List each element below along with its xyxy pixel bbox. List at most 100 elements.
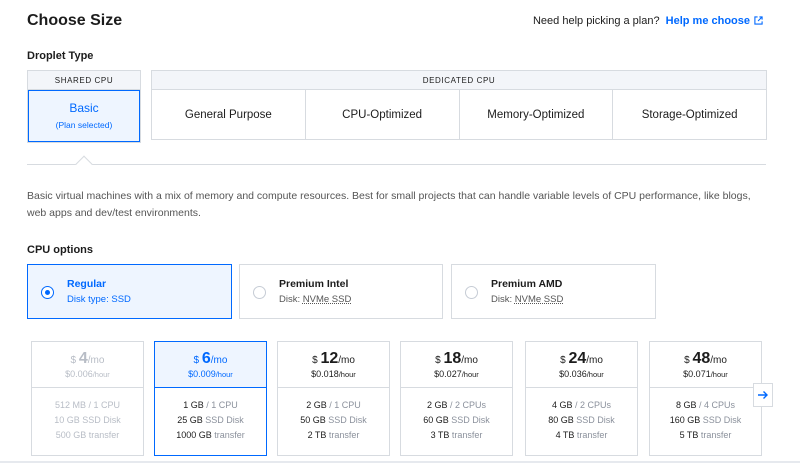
- plan-description: Basic virtual machines with a mix of mem…: [27, 190, 751, 219]
- cpu-option-disk: Disk: NVMe SSD: [491, 294, 563, 305]
- spec-disk-unit: SSD Disk: [576, 415, 615, 425]
- plan-cpu-optimized[interactable]: CPU-Optimized: [306, 90, 460, 139]
- spec-disk-unit: SSD Disk: [451, 415, 490, 425]
- hourly-price: $0.006: [65, 369, 93, 379]
- hourly-price: $0.018: [311, 369, 339, 379]
- hourly-unit: /hour: [92, 370, 110, 379]
- cpu-option-premium-intel[interactable]: Premium Intel Disk: NVMe SSD: [239, 264, 443, 319]
- spec-transfer: 4 TB transfer: [526, 428, 637, 443]
- spec-disk-size: 10 GB: [54, 415, 80, 425]
- cpu-option-premium-amd[interactable]: Premium AMD Disk: NVMe SSD: [451, 264, 656, 319]
- help-me-choose-link[interactable]: Help me choose: [666, 15, 763, 27]
- spec-memory-cpu: 1 GB / 1 CPU: [183, 400, 238, 410]
- price-amount: 48: [692, 350, 711, 367]
- price-currency: $: [435, 355, 441, 366]
- price-amount: 18: [443, 350, 462, 367]
- plan-hourly: $0.071/hour: [650, 369, 761, 379]
- spec-transfer: 5 TB transfer: [650, 428, 761, 443]
- plan-hourly: $0.036/hour: [526, 369, 637, 379]
- shared-cpu-group: SHARED CPU Basic (Plan selected): [27, 70, 141, 143]
- cpu-option-regular[interactable]: Regular Disk type: SSD: [27, 264, 232, 319]
- spec-disk: 10 GB SSD Disk: [32, 413, 143, 428]
- price-period: /mo: [87, 355, 105, 366]
- plan-specs: 2 GB / 1 CPU 50 GB SSD Disk 2 TB transfer: [278, 388, 389, 443]
- price-amount: 4: [78, 350, 88, 367]
- price-period: /mo: [710, 355, 727, 366]
- divider: [27, 164, 766, 165]
- spec-transfer-size: 3 TB: [430, 430, 450, 440]
- spec-cpu: 2 CPUs: [580, 400, 612, 410]
- plan-price: $ 4/mo: [32, 350, 143, 368]
- spec-memory-cpu: 2 GB / 2 CPUs: [426, 400, 487, 410]
- disk-value: NVMe SSD: [302, 294, 352, 305]
- spec-disk: 25 GB SSD Disk: [155, 413, 266, 428]
- price-amount: 6: [201, 350, 211, 367]
- hourly-price: $0.027: [434, 369, 462, 379]
- price-period: /mo: [338, 355, 355, 366]
- radio-unchecked-icon: [253, 286, 266, 299]
- price-amount: 12: [320, 350, 339, 367]
- plan-memory-optimized[interactable]: Memory-Optimized: [460, 90, 614, 139]
- spec-memory-cpu: 2 GB / 1 CPU: [306, 400, 361, 410]
- plan-card[interactable]: $ 6/mo $0.009/hour 1 GB / 1 CPU 25 GB SSD D…: [154, 341, 267, 456]
- spec-memory-cpu: 4 GB / 2 CPUs: [551, 400, 612, 410]
- radio-checked-icon: [41, 286, 54, 299]
- spec-transfer-size: 2 TB: [307, 430, 327, 440]
- plan-hourly: $0.027/hour: [401, 369, 512, 379]
- plan-card[interactable]: $ 12/mo $0.018/hour 2 GB / 1 CPU 50 GB SSD …: [277, 341, 390, 456]
- shared-cpu-header: SHARED CPU: [28, 71, 140, 90]
- spec-disk-unit: SSD Disk: [205, 415, 244, 425]
- plan-price: $ 18/mo: [401, 350, 512, 368]
- hourly-price: $0.071: [683, 369, 711, 379]
- plan-general-purpose[interactable]: General Purpose: [152, 90, 306, 139]
- spec-transfer-size: 500 GB: [55, 430, 87, 440]
- cpu-options-label: CPU options: [27, 244, 93, 256]
- spec-disk: 60 GB SSD Disk: [401, 413, 512, 428]
- plan-basic-label: Basic: [69, 101, 99, 115]
- plan-specs: 8 GB / 4 CPUs 160 GB SSD Disk 5 TB transfe…: [650, 388, 761, 443]
- plan-card[interactable]: $ 24/mo $0.036/hour 4 GB / 2 CPUs 80 GB SSD…: [525, 341, 638, 456]
- plan-card[interactable]: $ 48/mo $0.071/hour 8 GB / 4 CPUs 160 GB SS…: [649, 341, 762, 456]
- cpu-option-name: Premium Intel: [279, 278, 349, 290]
- spec-disk: 160 GB SSD Disk: [650, 413, 761, 428]
- spec-transfer: 1000 GB transfer: [155, 428, 266, 443]
- plan-card-price-area: $ 12/mo $0.018/hour: [278, 342, 389, 388]
- spec-memory: 8 GB: [675, 400, 697, 410]
- page-title: Choose Size: [27, 12, 123, 29]
- disk-label: Disk type:: [67, 294, 109, 305]
- spec-cpu: 1 CPU: [93, 400, 121, 410]
- spec-disk: 80 GB SSD Disk: [526, 413, 637, 428]
- plan-card: $ 4/mo $0.006/hour 512 MB / 1 CPU 10 GB SSD…: [31, 341, 144, 456]
- plan-card[interactable]: $ 18/mo $0.027/hour 2 GB / 2 CPUs 60 GB SSD…: [400, 341, 513, 456]
- plan-card-price-area: $ 4/mo $0.006/hour: [32, 342, 143, 388]
- spec-transfer-unit: transfer: [88, 430, 120, 440]
- spec-transfer: 500 GB transfer: [32, 428, 143, 443]
- price-period: /mo: [586, 355, 603, 366]
- cpu-option-disk: Disk type: SSD: [67, 294, 131, 305]
- droplet-type-label: Droplet Type: [27, 50, 94, 62]
- spec-cpu: 1 CPU: [211, 400, 238, 410]
- price-period: /mo: [461, 355, 478, 366]
- next-plans-button[interactable]: [753, 383, 773, 407]
- price-amount: 24: [568, 350, 587, 367]
- plan-card-price-area: $ 18/mo $0.027/hour: [401, 342, 512, 388]
- price-currency: $: [684, 355, 690, 366]
- spec-transfer-unit: transfer: [451, 430, 483, 440]
- hourly-unit: /hour: [461, 370, 479, 379]
- spec-memory: 2 GB: [306, 400, 327, 410]
- dedicated-cpu-group: DEDICATED CPU General Purpose CPU-Optimi…: [151, 70, 767, 140]
- plan-card-price-area: $ 48/mo $0.071/hour: [650, 342, 761, 388]
- plan-storage-optimized[interactable]: Storage-Optimized: [613, 90, 766, 139]
- plan-price: $ 48/mo: [650, 350, 761, 368]
- spec-cpu: 4 CPUs: [704, 400, 736, 410]
- plan-basic-button[interactable]: Basic (Plan selected): [28, 90, 140, 142]
- plan-price: $ 6/mo: [155, 350, 266, 368]
- help-prompt: Need help picking a plan?: [532, 15, 660, 27]
- spec-memory: 4 GB: [551, 400, 573, 410]
- plan-card-price-area: $ 24/mo $0.036/hour: [526, 342, 637, 388]
- disk-label: Disk:: [491, 294, 513, 305]
- spec-transfer-size: 4 TB: [555, 430, 575, 440]
- spec-disk-size: 80 GB: [548, 415, 574, 425]
- plan-specs: 4 GB / 2 CPUs 80 GB SSD Disk 4 TB transfer: [526, 388, 637, 443]
- hourly-unit: /hour: [215, 370, 233, 379]
